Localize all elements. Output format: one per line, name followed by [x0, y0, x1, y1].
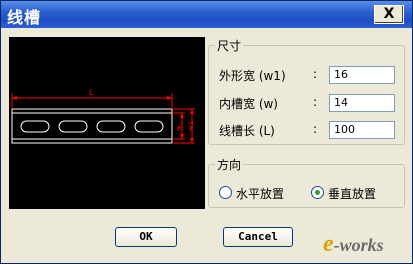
- colon: :: [313, 67, 318, 81]
- close-button[interactable]: X: [374, 5, 404, 24]
- outer-width-label: 外形宽 (w1): [219, 69, 286, 83]
- slot-drawing: L w w1: [11, 88, 195, 144]
- vertical-radio[interactable]: [311, 186, 324, 199]
- arrow-down: [180, 134, 184, 139]
- inner-width-label: 内槽宽 (w): [219, 97, 278, 111]
- arrow-right: [167, 96, 172, 100]
- title-bar[interactable]: 线槽 X: [1, 1, 412, 28]
- inner-width-input[interactable]: 14: [329, 94, 395, 112]
- dimension-label-l: L: [89, 88, 94, 97]
- direction-group-label: 方向: [215, 156, 244, 173]
- arrow-down: [190, 138, 194, 143]
- arrow-left: [12, 96, 17, 100]
- arrow-up: [190, 109, 194, 114]
- slot-hole: [96, 120, 126, 133]
- arrow-up: [180, 113, 184, 118]
- outer-width-input[interactable]: 16: [329, 66, 395, 84]
- slot-hole: [134, 120, 164, 133]
- colon: :: [313, 95, 318, 109]
- eworks-watermark: e-works: [323, 231, 384, 257]
- close-icon: X: [383, 6, 395, 22]
- slot-outline: [11, 108, 173, 144]
- dialog-window: 线槽 X L w w1 尺寸 外形宽 (w1): 16 内槽宽 (w): 1…: [0, 0, 413, 264]
- horizontal-radio[interactable]: [219, 186, 232, 199]
- colon: :: [313, 122, 318, 136]
- cancel-button[interactable]: Cancel: [223, 227, 293, 247]
- preview-canvas: L w w1: [9, 37, 205, 209]
- window-title: 线槽: [7, 8, 42, 27]
- vertical-radio-label[interactable]: 垂直放置: [328, 185, 376, 202]
- dimension-label-w1: w1: [187, 121, 195, 131]
- horizontal-radio-label[interactable]: 水平放置: [236, 185, 284, 202]
- length-label: 线槽长 (L): [219, 124, 275, 138]
- slot-hole: [58, 120, 88, 133]
- ok-button[interactable]: OK: [115, 227, 177, 247]
- length-input[interactable]: 100: [329, 121, 395, 139]
- slot-hole: [20, 120, 50, 133]
- size-group-label: 尺寸: [215, 37, 244, 54]
- dimension-label-w: w: [175, 125, 183, 131]
